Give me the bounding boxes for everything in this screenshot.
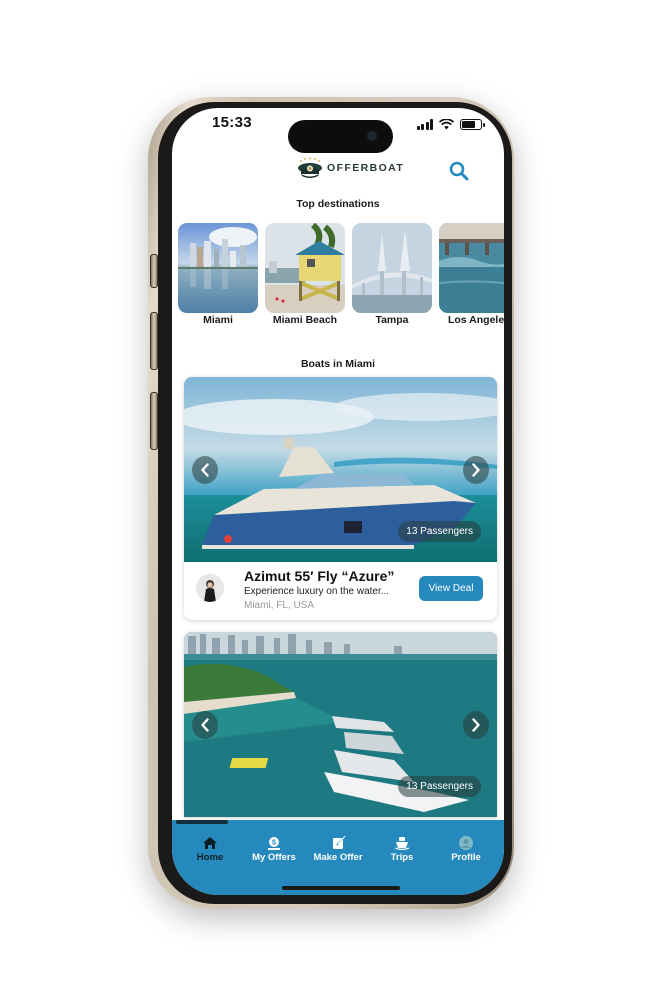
logo-text: OFFERBOAT <box>327 162 405 174</box>
volume-up-button <box>150 312 158 370</box>
boat-icon <box>394 837 410 850</box>
home-icon <box>203 837 217 849</box>
boat-description: Experience luxury on the water... <box>244 586 390 597</box>
boat-photo-carousel[interactable]: 13 Passengers <box>184 632 497 817</box>
chevron-left-icon <box>201 717 209 732</box>
destination-image <box>178 223 258 313</box>
destination-tampa[interactable]: Tampa <box>352 223 432 326</box>
destination-image <box>265 223 345 313</box>
boat-location: Miami, FL, USA <box>244 600 315 611</box>
boat-card[interactable]: 13 Passengers <box>184 632 497 817</box>
destination-image <box>439 223 504 313</box>
tab-label: Profile <box>451 852 481 863</box>
search-icon[interactable] <box>448 160 470 182</box>
dynamic-island <box>288 120 393 153</box>
edit-icon <box>333 836 346 849</box>
tab-make-offer[interactable]: Make Offer <box>307 836 369 863</box>
view-deal-button[interactable]: View Deal <box>419 576 483 601</box>
signal-icon <box>416 119 433 130</box>
passengers-badge: 13 Passengers <box>398 776 481 797</box>
tab-label: Home <box>196 852 224 863</box>
carousel-prev-button[interactable] <box>192 455 218 484</box>
app-screen: 15:33 OFFERBOAT Top destinations Miami M… <box>172 108 504 895</box>
destination-label: Los Angeles <box>447 314 504 326</box>
destination-miami[interactable]: Miami <box>178 223 258 326</box>
bottom-nav-items: Home $ My Offers Make Offer Trips Profil… <box>172 836 504 863</box>
passengers-badge: 13 Passengers <box>398 521 481 542</box>
app-logo[interactable]: OFFERBOAT <box>296 156 404 180</box>
active-tab-indicator <box>176 820 228 824</box>
wifi-icon <box>439 119 454 130</box>
action-button <box>150 254 158 288</box>
carousel-next-button[interactable] <box>463 710 489 739</box>
tab-label: Make Offer <box>313 852 363 863</box>
destination-image <box>352 223 432 313</box>
destination-label: Tampa <box>375 314 409 326</box>
status-time: 15:33 <box>212 114 252 131</box>
profile-icon <box>459 836 473 850</box>
host-avatar[interactable] <box>196 574 224 602</box>
destinations-carousel[interactable]: Miami Miami Beach Tampa Los Angeles <box>178 223 504 326</box>
destination-label: Miami <box>203 314 233 326</box>
top-destinations-title: Top destinations <box>296 198 380 210</box>
front-camera <box>367 131 377 141</box>
tab-label: Trips <box>390 852 414 863</box>
status-icons <box>416 119 485 130</box>
tab-trips[interactable]: Trips <box>371 836 433 863</box>
tab-home[interactable]: Home <box>179 836 241 863</box>
captain-hat-icon <box>298 157 322 178</box>
chevron-right-icon <box>472 717 480 732</box>
tab-my-offers[interactable]: $ My Offers <box>243 836 305 863</box>
tab-label: My Offers <box>252 852 296 863</box>
chevron-right-icon <box>472 462 480 477</box>
destination-label: Miami Beach <box>272 314 338 326</box>
carousel-prev-button[interactable] <box>192 710 218 739</box>
tab-profile[interactable]: Profile <box>435 836 497 863</box>
offers-icon: $ <box>268 837 280 850</box>
boat-info: Azimut 55′ Fly “Azure” Experience luxury… <box>184 562 497 620</box>
boats-section-title: Boats in Miami <box>300 358 376 370</box>
boat-name[interactable]: Azimut 55′ Fly “Azure” <box>244 568 394 584</box>
boat-card[interactable]: 13 Passengers Azimut 55′ Fly “Azure” Exp… <box>184 377 497 620</box>
boat-photo-carousel[interactable]: 13 Passengers <box>184 377 497 562</box>
home-indicator[interactable] <box>282 886 400 890</box>
destination-miami-beach[interactable]: Miami Beach <box>265 223 345 326</box>
svg-text:$: $ <box>272 840 276 847</box>
battery-icon <box>460 119 485 130</box>
carousel-next-button[interactable] <box>463 455 489 484</box>
volume-down-button <box>150 392 158 450</box>
destination-los-angeles[interactable]: Los Angeles <box>439 223 504 326</box>
chevron-left-icon <box>201 462 209 477</box>
